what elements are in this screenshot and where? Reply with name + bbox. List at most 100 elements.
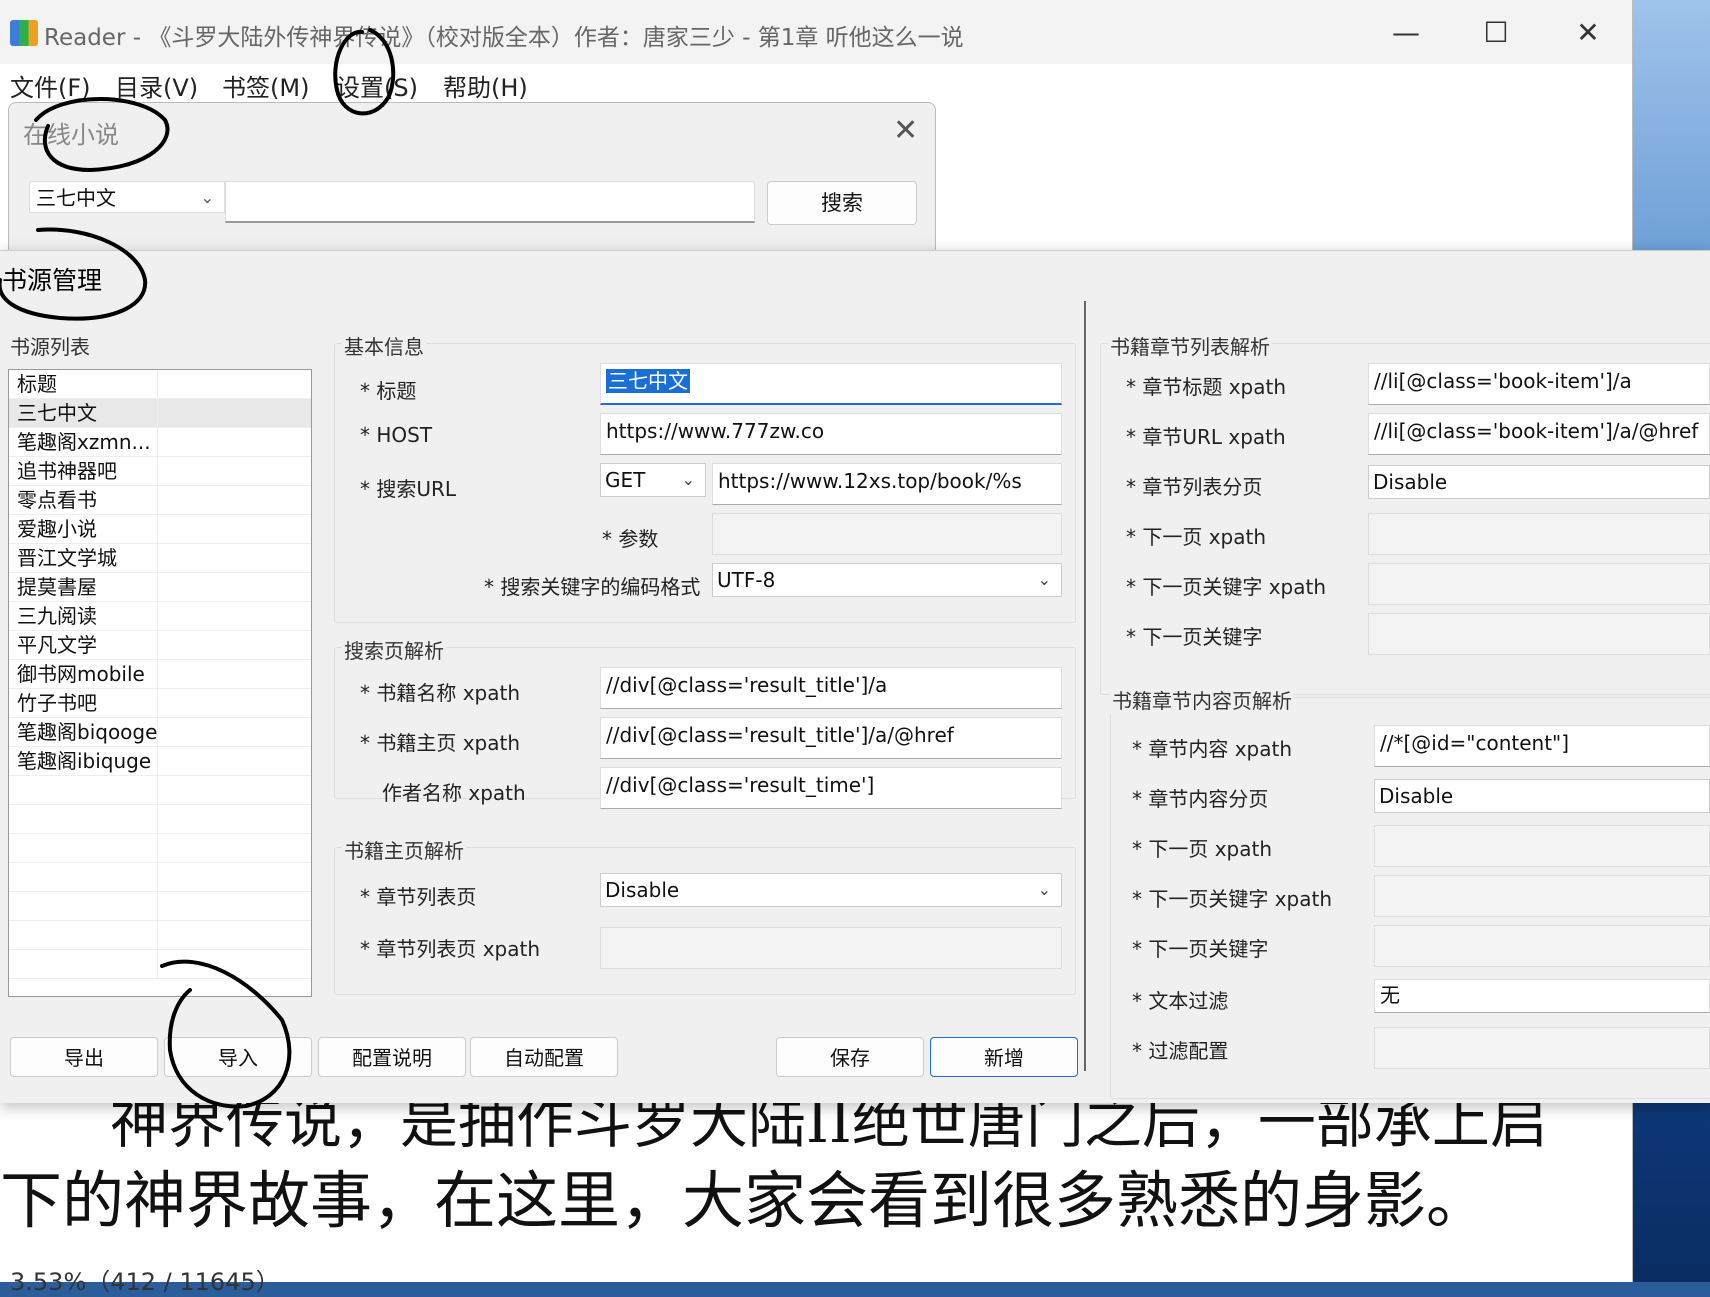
close-icon[interactable]: ✕ xyxy=(893,113,918,148)
source-select-value: 三七中文 xyxy=(36,186,116,210)
menu-settings[interactable]: 设置(S) xyxy=(336,68,418,103)
list-item[interactable]: 笔趣阁biqooge xyxy=(9,718,311,747)
title-bar: Reader - 《斗罗大陆外传神界传说》（校对版全本）作者：唐家三少 - 第1… xyxy=(0,0,1632,66)
list-header: 标题 xyxy=(9,370,311,399)
chevron-down-icon: ⌄ xyxy=(1037,570,1051,589)
method-select[interactable]: GET ⌄ xyxy=(600,463,706,497)
search-url-label: * 搜索URL xyxy=(360,477,457,501)
dialog-title: 在线小说 xyxy=(23,121,119,149)
close-button[interactable]: ✕ xyxy=(1558,14,1618,54)
text-filter-label: * 文本过滤 xyxy=(1132,989,1229,1013)
source-list-title: 书源列表 xyxy=(10,335,90,359)
text-filter-field[interactable]: 无 xyxy=(1374,979,1710,1013)
window-title: Reader - 《斗罗大陆外传神界传说》（校对版全本）作者：唐家三少 - 第1… xyxy=(44,25,964,51)
next-kw-field[interactable] xyxy=(1368,613,1710,655)
list-item[interactable]: 竹子书吧 xyxy=(9,689,311,718)
reader-text-line: 下的神界故事，在这里，大家会看到很多熟悉的身影。 xyxy=(0,1164,1489,1237)
title-field[interactable]: 三七中文 xyxy=(600,363,1062,405)
chapter-paging-select[interactable]: Disable xyxy=(1368,465,1710,499)
filter-config-field[interactable] xyxy=(1374,1027,1710,1069)
chapter-url-xpath-label: * 章节URL xpath xyxy=(1126,425,1286,449)
author-field[interactable]: //div[@class='result_time'] xyxy=(600,767,1062,809)
encoding-label: * 搜索关键字的编码格式 xyxy=(484,575,701,599)
minimize-button[interactable]: — xyxy=(1376,14,1436,54)
list-item[interactable]: 晋江文学城 xyxy=(9,544,311,573)
list-item[interactable]: 零点看书 xyxy=(9,486,311,515)
source-list[interactable]: 标题 三七中文 笔趣阁xzmn... 追书神器吧 零点看书 爱趣小说 晋江文学城… xyxy=(8,369,312,997)
title-label: * 标题 xyxy=(360,379,417,403)
save-button[interactable]: 保存 xyxy=(776,1037,924,1077)
content-paging-label: * 章节内容分页 xyxy=(1132,787,1269,811)
list-item[interactable]: 笔趣阁ibiquge xyxy=(9,747,311,776)
chevron-down-icon: ⌄ xyxy=(1037,880,1051,899)
online-novel-dialog: 在线小说 ✕ 三七中文 ⌄ 搜索 xyxy=(8,102,936,264)
encoding-select[interactable]: UTF-8 ⌄ xyxy=(712,563,1062,597)
maximize-button[interactable]: ☐ xyxy=(1466,14,1526,54)
chapter-title-xpath-field[interactable]: //li[@class='book-item']/a xyxy=(1368,363,1710,405)
params-label: * 参数 xyxy=(602,527,659,551)
add-button[interactable]: 新增 xyxy=(930,1037,1078,1077)
export-button[interactable]: 导出 xyxy=(10,1037,158,1077)
list-item[interactable]: 提莫書屋 xyxy=(9,573,311,602)
author-label: 作者名称 xpath xyxy=(382,781,526,805)
search-url-field[interactable]: https://www.12xs.top/book/%s xyxy=(712,463,1062,505)
content-next-xpath-label: * 下一页 xpath xyxy=(1132,837,1273,861)
content-next-xpath-field[interactable] xyxy=(1374,825,1710,867)
book-home-label: * 书籍主页 xpath xyxy=(360,731,521,755)
list-item[interactable]: 三九阅读 xyxy=(9,602,311,631)
reading-progress: 3.53%（412 / 11645） xyxy=(10,1268,280,1296)
content-xpath-label: * 章节内容 xpath xyxy=(1132,737,1293,761)
menu-catalog[interactable]: 目录(V) xyxy=(115,68,198,103)
host-label: * HOST xyxy=(360,423,433,447)
menu-bar: 文件(F) 目录(V) 书签(M) 设置(S) 帮助(H) xyxy=(0,64,1632,102)
list-item[interactable]: 追书神器吧 xyxy=(9,457,311,486)
book-name-field[interactable]: //div[@class='result_title']/a xyxy=(600,667,1062,709)
home-page-group xyxy=(334,847,1076,995)
home-page-title: 书籍主页解析 xyxy=(342,835,466,864)
list-item[interactable]: 平凡文学 xyxy=(9,631,311,660)
list-item[interactable]: 爱趣小说 xyxy=(9,515,311,544)
host-field[interactable]: https://www.777zw.co xyxy=(600,413,1062,455)
list-item[interactable]: 笔趣阁xzmn... xyxy=(9,428,311,457)
content-next-kw-xpath-field[interactable] xyxy=(1374,875,1710,917)
chapter-list-xpath-field[interactable] xyxy=(600,927,1062,969)
next-kw-xpath-field[interactable] xyxy=(1368,563,1710,605)
list-item[interactable]: 御书网mobile xyxy=(9,660,311,689)
chapter-list-xpath-label: * 章节列表页 xpath xyxy=(360,937,541,961)
content-next-kw-field[interactable] xyxy=(1374,925,1710,967)
params-field[interactable] xyxy=(712,513,1062,555)
book-name-label: * 书籍名称 xpath xyxy=(360,681,521,705)
next-xpath-field[interactable] xyxy=(1368,513,1710,555)
search-page-title: 搜索页解析 xyxy=(342,635,446,664)
next-kw-label: * 下一页关键字 xyxy=(1126,625,1263,649)
filter-config-label: * 过滤配置 xyxy=(1132,1039,1229,1063)
next-xpath-label: * 下一页 xpath xyxy=(1126,525,1267,549)
chapter-list-title: 书籍章节列表解析 xyxy=(1108,331,1272,360)
chapter-list-page-select[interactable]: Disable ⌄ xyxy=(600,873,1062,907)
source-management-dialog: 书源管理 书源列表 标题 三七中文 笔趣阁xzmn... 追书神器吧 零点看书 … xyxy=(0,250,1710,1103)
book-home-field[interactable]: //div[@class='result_title']/a/@href xyxy=(600,717,1062,759)
menu-file[interactable]: 文件(F) xyxy=(10,68,91,103)
chapter-content-title: 书籍章节内容页解析 xyxy=(1110,685,1294,714)
search-button[interactable]: 搜索 xyxy=(767,181,917,225)
chapter-paging-label: * 章节列表分页 xyxy=(1126,475,1263,499)
source-select[interactable]: 三七中文 ⌄ xyxy=(29,181,225,213)
chapter-url-xpath-field[interactable]: //li[@class='book-item']/a/@href xyxy=(1368,413,1710,455)
menu-bookmark[interactable]: 书签(M) xyxy=(222,68,309,103)
dialog-title: 书源管理 xyxy=(2,266,103,295)
basic-info-title: 基本信息 xyxy=(342,331,426,360)
search-input[interactable] xyxy=(225,181,755,223)
content-paging-select[interactable]: Disable xyxy=(1374,779,1710,813)
content-xpath-field[interactable]: //*[@id="content"] xyxy=(1374,725,1710,767)
import-button[interactable]: 导入 xyxy=(164,1037,312,1077)
app-book-icon xyxy=(10,20,38,46)
content-next-kw-xpath-label: * 下一页关键字 xpath xyxy=(1132,887,1333,911)
content-next-kw-label: * 下一页关键字 xyxy=(1132,937,1269,961)
chevron-down-icon: ⌄ xyxy=(681,470,695,489)
auto-config-button[interactable]: 自动配置 xyxy=(470,1037,618,1077)
list-item[interactable]: 三七中文 xyxy=(9,399,311,428)
menu-help[interactable]: 帮助(H) xyxy=(443,68,528,103)
splitter[interactable] xyxy=(1084,301,1086,1071)
config-help-button[interactable]: 配置说明 xyxy=(318,1037,466,1077)
chevron-down-icon: ⌄ xyxy=(200,188,214,207)
